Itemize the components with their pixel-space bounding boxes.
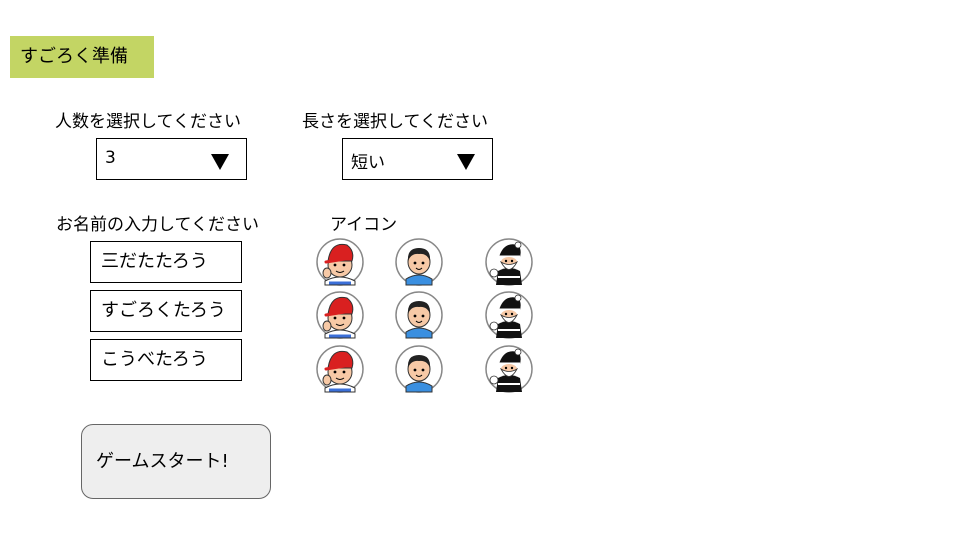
santa-figure-icon[interactable] bbox=[484, 290, 534, 340]
red-cap-boy-icon[interactable] bbox=[315, 237, 365, 287]
chevron-down-icon bbox=[457, 154, 475, 170]
santa-figure-icon[interactable] bbox=[484, 237, 534, 287]
length-select-label: 長さを選択してください bbox=[302, 112, 488, 132]
player-name-field-3[interactable]: こうべたろう bbox=[90, 339, 242, 381]
player-name-field-1[interactable]: 三だたたろう bbox=[90, 241, 242, 283]
players-select-label: 人数を選択してください bbox=[55, 112, 241, 132]
players-select[interactable]: 3 bbox=[96, 138, 247, 180]
blue-shirt-boy-icon[interactable] bbox=[394, 344, 444, 394]
game-start-button[interactable]: ゲームスタート! bbox=[81, 424, 271, 499]
length-select-value: 短い bbox=[351, 153, 385, 173]
chevron-down-icon bbox=[211, 154, 229, 170]
page-title: すごろく準備 bbox=[10, 36, 154, 78]
icons-label: アイコン bbox=[330, 215, 398, 235]
player-name-field-2[interactable]: すごろくたろう bbox=[90, 290, 242, 332]
red-cap-boy-icon[interactable] bbox=[315, 290, 365, 340]
red-cap-boy-icon[interactable] bbox=[315, 344, 365, 394]
santa-figure-icon[interactable] bbox=[484, 344, 534, 394]
blue-shirt-boy-icon[interactable] bbox=[394, 237, 444, 287]
players-select-value: 3 bbox=[105, 148, 116, 168]
length-select[interactable]: 短い bbox=[342, 138, 493, 180]
names-label: お名前の入力してください bbox=[56, 215, 259, 235]
blue-shirt-boy-icon[interactable] bbox=[394, 290, 444, 340]
